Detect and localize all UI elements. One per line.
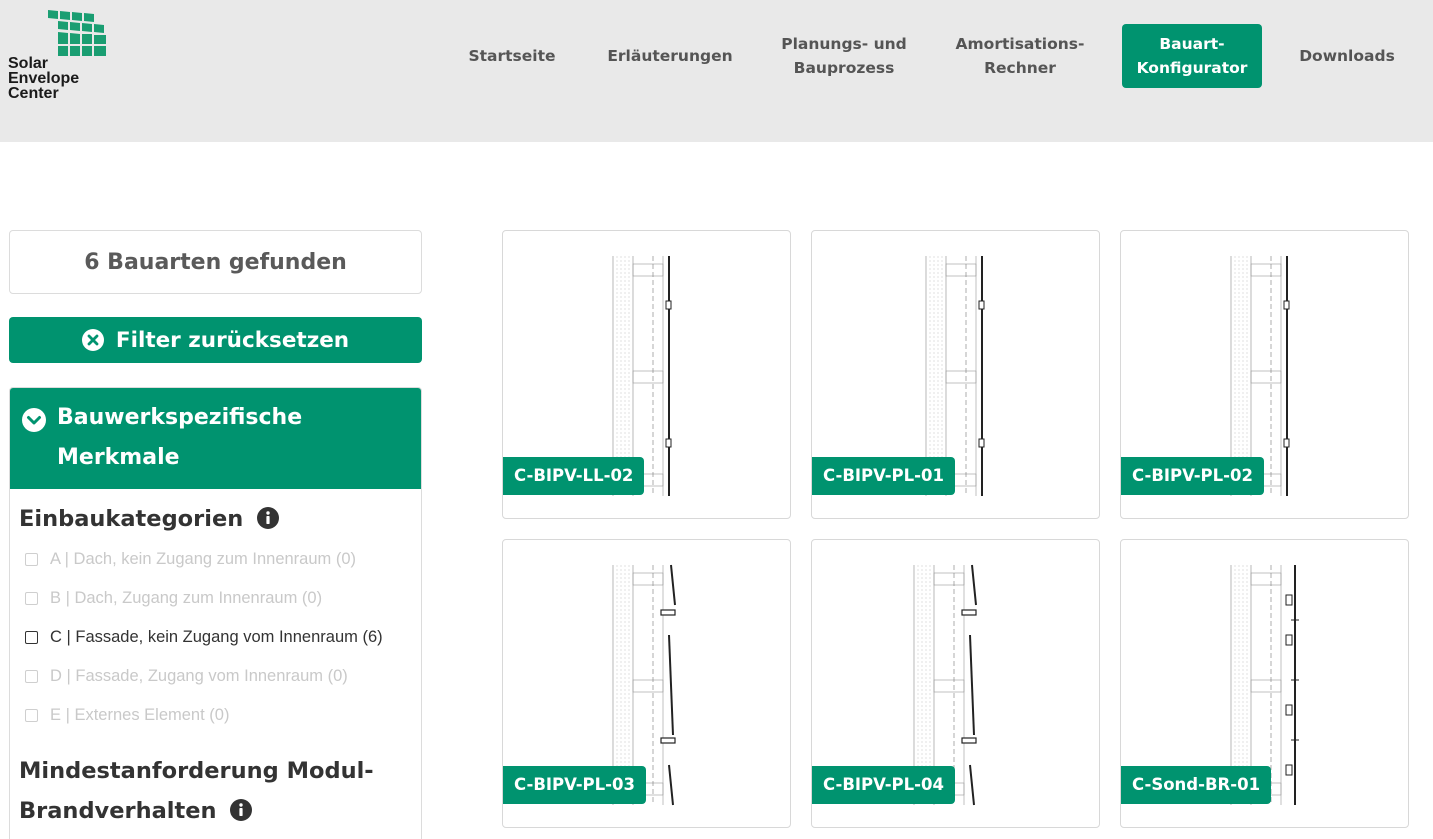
- logo[interactable]: Solar Envelope Center: [8, 8, 118, 118]
- result-card[interactable]: C-BIPV-PL-02: [1120, 230, 1409, 519]
- site-header: Solar Envelope Center Startseite Erläute…: [0, 0, 1433, 142]
- result-card[interactable]: C-BIPV-PL-03: [502, 539, 791, 828]
- logo-text: Solar Envelope Center: [8, 55, 80, 102]
- solar-panel-logo-icon: [48, 10, 106, 56]
- result-card[interactable]: C-BIPV-LL-02: [502, 230, 791, 519]
- result-card[interactable]: C-Sond-BR-01: [1120, 539, 1409, 828]
- card-label: C-BIPV-PL-02: [1121, 457, 1264, 495]
- logo-line-2: Envelope: [8, 70, 80, 87]
- logo-line-1: Solar: [8, 55, 49, 72]
- nav-erlaeuterungen[interactable]: Erläuterungen: [600, 24, 740, 88]
- checkbox[interactable]: [25, 669, 38, 683]
- card-label: C-BIPV-LL-02: [503, 457, 645, 495]
- einbaukategorien-title: Einbaukategorien: [19, 506, 244, 532]
- nav-startseite[interactable]: Startseite: [462, 24, 562, 88]
- nav-amortisations-rechner[interactable]: Amortisations-Rechner: [950, 24, 1090, 88]
- nav-bauart-konfigurator[interactable]: Bauart-Konfigurator: [1122, 24, 1262, 88]
- checkbox[interactable]: [25, 708, 38, 722]
- panel-toggle-bauwerkspezifische-merkmale[interactable]: Bauwerkspezifische Merkmale: [10, 388, 421, 489]
- close-circle-icon: [81, 329, 104, 351]
- brandverhalten-heading: Mindestanforderung Modul- Brandverhalten: [19, 751, 374, 831]
- category-checkbox-e[interactable]: E | Externes Element (0): [25, 704, 229, 726]
- checkbox[interactable]: [25, 591, 38, 605]
- category-checkbox-a[interactable]: A | Dach, kein Zugang zum Innenraum (0): [25, 548, 356, 570]
- checkbox[interactable]: [25, 552, 38, 566]
- info-icon[interactable]: [230, 798, 253, 821]
- filter-panel: Bauwerkspezifische Merkmale Einbaukatego…: [9, 387, 422, 839]
- einbaukategorien-heading: Einbaukategorien: [19, 499, 280, 539]
- category-checkbox-b[interactable]: B | Dach, Zugang zum Innenraum (0): [25, 587, 322, 609]
- info-icon[interactable]: [257, 506, 280, 529]
- category-label: B | Dach, Zugang zum Innenraum (0): [50, 588, 323, 607]
- card-label: C-BIPV-PL-03: [503, 766, 646, 804]
- nav-downloads[interactable]: Downloads: [1290, 24, 1404, 88]
- card-label: C-BIPV-PL-01: [812, 457, 955, 495]
- category-checkbox-c[interactable]: C | Fassade, kein Zugang vom Innenraum (…: [25, 626, 383, 648]
- card-label: C-BIPV-PL-04: [812, 766, 955, 804]
- card-label: C-Sond-BR-01: [1121, 766, 1272, 804]
- chevron-down-circle-icon: [22, 408, 46, 432]
- reset-filter-button[interactable]: Filter zurücksetzen: [9, 317, 422, 363]
- brandverhalten-title-text: Brandverhalten: [19, 798, 217, 824]
- category-label: D | Fassade, Zugang vom Innenraum (0): [50, 666, 348, 685]
- result-card[interactable]: C-BIPV-PL-04: [811, 539, 1100, 828]
- brandverhalten-title-line-2: Brandverhalten: [19, 791, 374, 831]
- checkbox[interactable]: [25, 630, 38, 644]
- reset-filter-label: Filter zurücksetzen: [115, 327, 350, 353]
- brandverhalten-title-line-1: Mindestanforderung Modul-: [19, 758, 374, 784]
- category-label: E | Externes Element (0): [50, 705, 230, 724]
- result-card[interactable]: C-BIPV-PL-01: [811, 230, 1100, 519]
- category-checkbox-d[interactable]: D | Fassade, Zugang vom Innenraum (0): [25, 665, 348, 687]
- category-label: A | Dach, kein Zugang zum Innenraum (0): [50, 549, 357, 568]
- category-label: C | Fassade, kein Zugang vom Innenraum (…: [50, 627, 383, 646]
- results-count: 6 Bauarten gefunden: [9, 230, 422, 294]
- logo-line-3: Center: [8, 85, 59, 102]
- panel-title: Bauwerkspezifische Merkmale: [57, 405, 303, 470]
- nav-planungs-und-bauprozess[interactable]: Planungs- und Bauprozess: [778, 24, 910, 88]
